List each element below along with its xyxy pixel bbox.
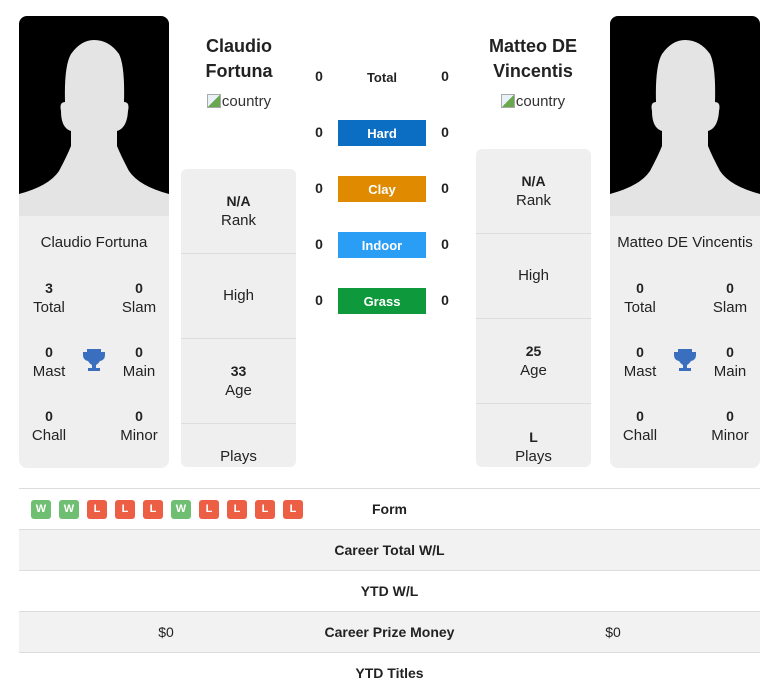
surface-row-hard: 0 Hard 0 <box>300 120 470 148</box>
player1-mast: 0 Mast <box>32 344 66 380</box>
form-result-badge: L <box>87 499 107 519</box>
player1-high: High <box>181 254 296 339</box>
form-result-badge: L <box>227 499 247 519</box>
surface-row-total: 0 Total 0 <box>300 64 470 92</box>
ytd-wl-label: YTD W/L <box>360 583 419 599</box>
ytd-titles-row: YTD Titles <box>19 652 760 693</box>
form-result-badge: W <box>59 499 79 519</box>
form-result-badge: W <box>171 499 191 519</box>
p2-total-value: 0 <box>441 68 449 84</box>
form-result-badge: L <box>199 499 219 519</box>
surface-row-indoor: 0 Indoor 0 <box>300 232 470 260</box>
player2-heading[interactable]: Matteo DE Vincentis <box>468 34 598 84</box>
form-result-badge: L <box>255 499 275 519</box>
player1-age: 33 Age <box>181 339 296 424</box>
form-result-badge: W <box>31 499 51 519</box>
player1-plays: Plays <box>220 447 257 465</box>
p1-total-value: 0 <box>315 68 323 84</box>
player2-high: High <box>476 234 591 319</box>
player1-photo <box>19 16 169 216</box>
player1-heading[interactable]: Claudio Fortuna <box>174 34 304 84</box>
career-wl-row: Career Total W/L <box>19 529 760 570</box>
comparison-table: WWLLLWLLLL Form Career Total W/L YTD W/L… <box>19 488 760 693</box>
player1-rank: N/A Rank <box>181 169 296 254</box>
player2-mast: 0 Mast <box>623 344 657 380</box>
p1-indoor-value: 0 <box>315 236 323 252</box>
p2-indoor-value: 0 <box>441 236 449 252</box>
player1-main: 0 Main <box>122 344 156 380</box>
form-result-badge: L <box>283 499 303 519</box>
player2-plays: L Plays <box>515 428 552 465</box>
silhouette-icon <box>610 40 760 216</box>
surface-badge-indoor: Indoor <box>338 232 426 258</box>
player2-card: Matteo DE Vincentis 0 Total 0 Slam 0 Mast 0… <box>610 16 760 468</box>
player2-flag: country <box>468 93 598 110</box>
player1-slam: 0 Slam <box>121 280 157 316</box>
broken-image-icon <box>500 94 515 108</box>
form-row: WWLLLWLLLL Form <box>19 488 760 529</box>
player2-info-panel: N/A Rank High 25 Age L Plays <box>476 149 591 467</box>
ytd-titles-label: YTD Titles <box>355 665 424 681</box>
form-result-badge: L <box>115 499 135 519</box>
p2-prize-money: $0 <box>605 624 621 640</box>
surface-badge-grass: Grass <box>338 288 426 314</box>
player1-minor: 0 Minor <box>120 408 158 444</box>
trophy-icon <box>673 348 697 377</box>
prize-money-row: $0 Career Prize Money $0 <box>19 611 760 652</box>
ytd-wl-row: YTD W/L <box>19 570 760 611</box>
player2-chall: 0 Chall <box>622 408 658 444</box>
surface-row-grass: 0 Grass 0 <box>300 288 470 316</box>
p2-clay-value: 0 <box>441 180 449 196</box>
form-result-badge: L <box>143 499 163 519</box>
p1-grass-value: 0 <box>315 292 323 308</box>
player2-name: Matteo DE Vincentis <box>617 234 753 251</box>
career-wl-label: Career Total W/L <box>334 542 445 558</box>
player2-rank: N/A Rank <box>476 149 591 234</box>
surface-badge-hard: Hard <box>338 120 426 146</box>
player2-slam: 0 Slam <box>712 280 748 316</box>
player2-total: 0 Total <box>624 280 656 316</box>
p2-hard-value: 0 <box>441 124 449 140</box>
player1-name: Claudio Fortuna <box>40 234 148 251</box>
form-badges: WWLLLWLLLL <box>31 499 303 519</box>
player1-flag: country <box>174 93 304 110</box>
p1-clay-value: 0 <box>315 180 323 196</box>
silhouette-icon <box>19 40 169 216</box>
p2-grass-value: 0 <box>441 292 449 308</box>
player2-age: 25 Age <box>476 319 591 404</box>
trophy-icon <box>82 348 106 377</box>
player1-total: 3 Total <box>33 280 65 316</box>
player2-minor: 0 Minor <box>711 408 749 444</box>
player1-chall: 0 Chall <box>31 408 67 444</box>
player2-main: 0 Main <box>713 344 747 380</box>
player1-card: Claudio Fortuna 3 Total 0 Slam 0 Mast 0 Main… <box>19 16 169 468</box>
broken-image-icon <box>206 94 221 108</box>
surface-label-total: Total <box>366 69 398 85</box>
surface-row-clay: 0 Clay 0 <box>300 176 470 204</box>
surface-badge-clay: Clay <box>338 176 426 202</box>
player2-photo <box>610 16 760 216</box>
p1-hard-value: 0 <box>315 124 323 140</box>
player1-info-panel: N/A Rank High 33 Age Plays <box>181 169 296 467</box>
